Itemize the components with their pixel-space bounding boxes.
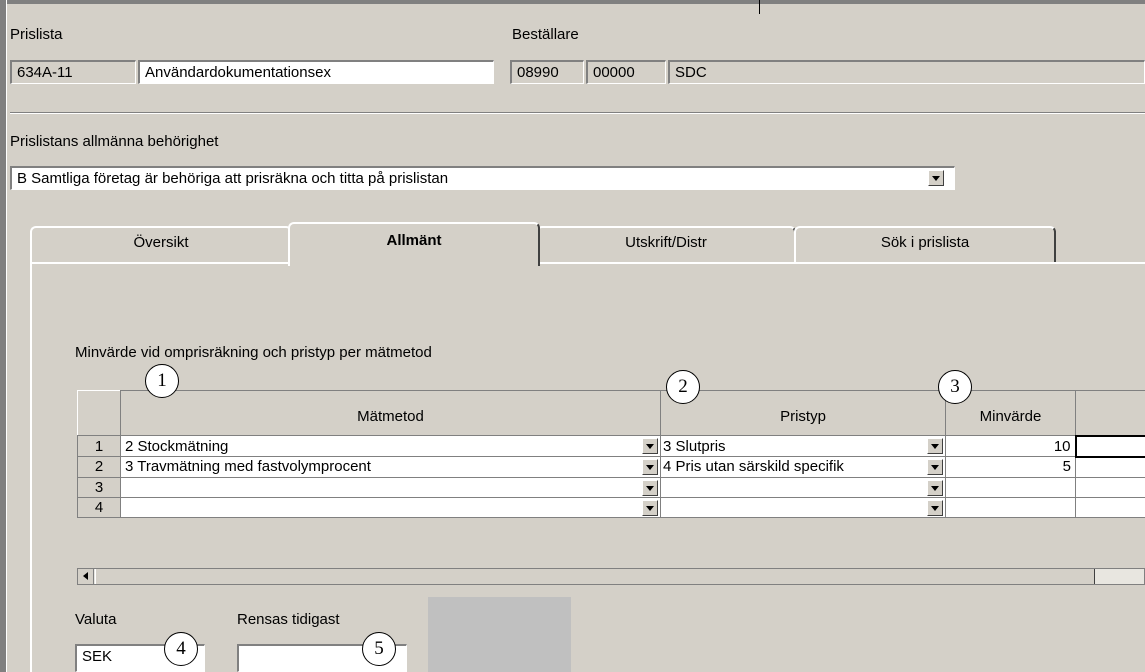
- matmetod-value: 3 Travmätning med fastvolymprocent: [125, 458, 371, 476]
- pristyp-cell[interactable]: 4 Pris utan särskild specifik: [660, 456, 946, 478]
- pristyp-cell[interactable]: [660, 496, 946, 518]
- callout-3: 3: [938, 370, 972, 404]
- extra-cell[interactable]: [1075, 456, 1145, 478]
- row-number[interactable]: 2: [77, 456, 121, 478]
- matmetod-cell[interactable]: [120, 496, 661, 518]
- gray-placeholder-box: [428, 597, 571, 672]
- table-row: 4: [77, 496, 1145, 518]
- tab-allmant[interactable]: Allmänt: [288, 222, 540, 266]
- behorighet-value: B Samtliga företag är behöriga att prisr…: [17, 170, 449, 187]
- extra-cell[interactable]: [1074, 434, 1145, 458]
- tab-allmant-label: Allmänt: [386, 232, 442, 249]
- pristyp-value: 3 Slutpris: [663, 437, 726, 455]
- row-number[interactable]: 4: [77, 496, 121, 518]
- minvarde-cell[interactable]: [945, 476, 1076, 498]
- bestallare-code2-field[interactable]: 00000: [586, 60, 666, 84]
- grid-corner: [77, 390, 121, 436]
- matmetod-dropdown-icon[interactable]: [642, 438, 658, 454]
- bestallare-name-field[interactable]: SDC: [668, 60, 1145, 84]
- section-divider: [10, 112, 1145, 114]
- matmetod-dropdown-icon[interactable]: [642, 499, 658, 516]
- tab-utskrift[interactable]: Utskrift/Distr: [536, 226, 796, 262]
- minvarde-cell[interactable]: [945, 496, 1076, 518]
- matmetod-cell[interactable]: 2 Stockmätning: [120, 435, 661, 457]
- matmetod-cell[interactable]: [120, 476, 661, 498]
- callout-4: 4: [164, 632, 198, 666]
- matmetod-cell[interactable]: 3 Travmätning med fastvolymprocent: [120, 456, 661, 478]
- tab-sok-label: Sök i prislista: [880, 234, 970, 251]
- pristyp-dropdown-icon[interactable]: [927, 499, 943, 516]
- scroll-left-icon[interactable]: [78, 569, 94, 584]
- table-row: 2 3 Travmätning med fastvolymprocent 4 P…: [77, 456, 1145, 478]
- minvarde-cell[interactable]: 5: [945, 456, 1076, 478]
- callout-5: 5: [362, 632, 396, 666]
- extra-cell[interactable]: [1075, 496, 1145, 518]
- prislista-name-field[interactable]: Användardokumentationsex: [138, 60, 494, 84]
- rensas-label: Rensas tidigast: [237, 611, 340, 628]
- pristyp-dropdown-icon[interactable]: [927, 459, 943, 475]
- pristyp-cell[interactable]: [660, 476, 946, 498]
- tab-utskrift-label: Utskrift/Distr: [625, 234, 707, 251]
- behorighet-label: Prislistans allmänna behörighet: [10, 133, 219, 150]
- left-border: [0, 0, 7, 672]
- tab-oversikt[interactable]: Översikt: [30, 226, 292, 262]
- callout-1: 1: [145, 364, 179, 398]
- tab-sok[interactable]: Sök i prislista: [794, 226, 1056, 262]
- col-header-matmetod[interactable]: Mätmetod: [120, 390, 661, 436]
- grid-title: Minvärde vid omprisräkning och pristyp p…: [75, 344, 432, 361]
- table-row: 1 2 Stockmätning 3 Slutpris 10: [77, 434, 1145, 458]
- prislista-label: Prislista: [10, 26, 63, 43]
- bestallare-code1-field[interactable]: 08990: [510, 60, 584, 84]
- col-header-pristyp[interactable]: Pristyp: [660, 390, 946, 436]
- matmetod-dropdown-icon[interactable]: [642, 479, 658, 496]
- valuta-label: Valuta: [75, 611, 117, 628]
- tab-oversikt-label: Översikt: [133, 234, 189, 251]
- scroll-thumb[interactable]: [95, 569, 1095, 584]
- matmetod-dropdown-icon[interactable]: [642, 459, 658, 475]
- grid-hscrollbar[interactable]: [77, 568, 1145, 585]
- top-divider: [759, 0, 760, 14]
- extra-cell[interactable]: [1075, 476, 1145, 498]
- pristyp-value: 4 Pris utan särskild specifik: [663, 458, 844, 476]
- matmetod-grid: Mätmetod Pristyp Minvärde 1 2 Stockmätni…: [77, 390, 1145, 518]
- behorighet-select[interactable]: B Samtliga företag är behöriga att prisr…: [10, 166, 955, 190]
- prislista-code-field[interactable]: 634A-11: [10, 60, 136, 84]
- pristyp-dropdown-icon[interactable]: [927, 479, 943, 496]
- pristyp-cell[interactable]: 3 Slutpris: [660, 435, 946, 457]
- row-number[interactable]: 1: [77, 435, 121, 457]
- minvarde-cell[interactable]: 10: [945, 435, 1076, 457]
- row-number[interactable]: 3: [77, 476, 121, 498]
- callout-2: 2: [666, 370, 700, 404]
- col-header-extra: [1075, 390, 1145, 436]
- matmetod-value: 2 Stockmätning: [125, 437, 229, 455]
- table-row: 3: [77, 476, 1145, 498]
- bestallare-label: Beställare: [512, 26, 579, 43]
- top-border: [0, 0, 1145, 4]
- pristyp-dropdown-icon[interactable]: [927, 438, 943, 454]
- behorighet-dropdown-icon[interactable]: [928, 170, 944, 186]
